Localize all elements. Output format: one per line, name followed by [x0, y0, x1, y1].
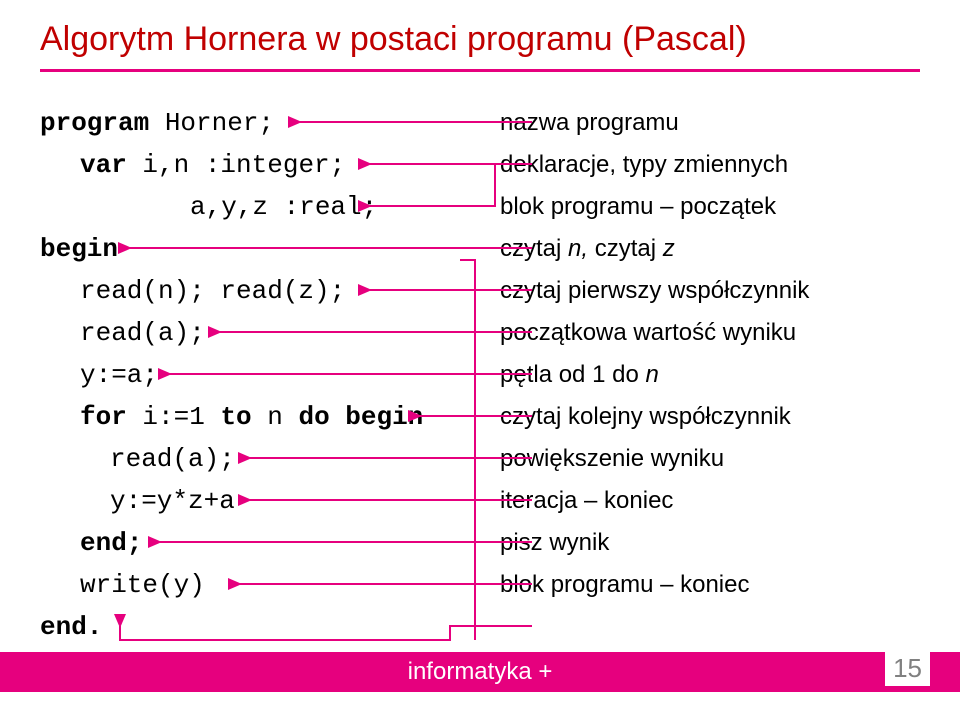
code-line-2: var i,n :integer;: [40, 144, 470, 186]
desc-line-5: czytaj n, czytaj z: [500, 228, 920, 270]
desc-line-9: czytaj kolejny współczynnik: [500, 396, 920, 438]
desc-line-13: blok programu – koniec: [500, 564, 920, 606]
code-line-5: read(n); read(z);: [40, 270, 470, 312]
code-line-13: end.: [40, 606, 470, 648]
code-line-6: read(a);: [40, 312, 470, 354]
footer-bar: informatyka +: [0, 652, 960, 692]
code-line-7: y:=a;: [40, 354, 470, 396]
code-column: program Horner; var i,n :integer; a,y,z …: [40, 102, 470, 648]
description-column: nazwa programu deklaracje, typy zmiennyc…: [500, 102, 920, 606]
desc-line-1: nazwa programu: [500, 102, 920, 144]
desc-line-2: deklaracje, typy zmiennych: [500, 144, 920, 186]
code-line-10: y:=y*z+a: [40, 480, 470, 522]
content-area: program Horner; var i,n :integer; a,y,z …: [0, 72, 960, 592]
desc-line-11: iteracja – koniec: [500, 480, 920, 522]
desc-line-12: pisz wynik: [500, 522, 920, 564]
code-line-3: a,y,z :real;: [40, 186, 470, 228]
desc-line-7: początkowa wartość wyniku: [500, 312, 920, 354]
desc-line-10: powiększenie wyniku: [500, 438, 920, 480]
desc-line-8: pętla od 1 do n: [500, 354, 920, 396]
code-line-9: read(a);: [40, 438, 470, 480]
page-number: 15: [885, 651, 930, 686]
footer-label: informatyka +: [408, 658, 553, 686]
desc-line-4: blok programu – początek: [500, 186, 920, 228]
desc-line-6: czytaj pierwszy współczynnik: [500, 270, 920, 312]
code-line-8: for i:=1 to n do begin: [40, 396, 470, 438]
code-line-12: write(y): [40, 564, 470, 606]
slide-title: Algorytm Hornera w postaci programu (Pas…: [0, 0, 960, 69]
code-line-1: program Horner;: [40, 102, 470, 144]
code-line-11: end;: [40, 522, 470, 564]
code-line-4: begin: [40, 228, 470, 270]
